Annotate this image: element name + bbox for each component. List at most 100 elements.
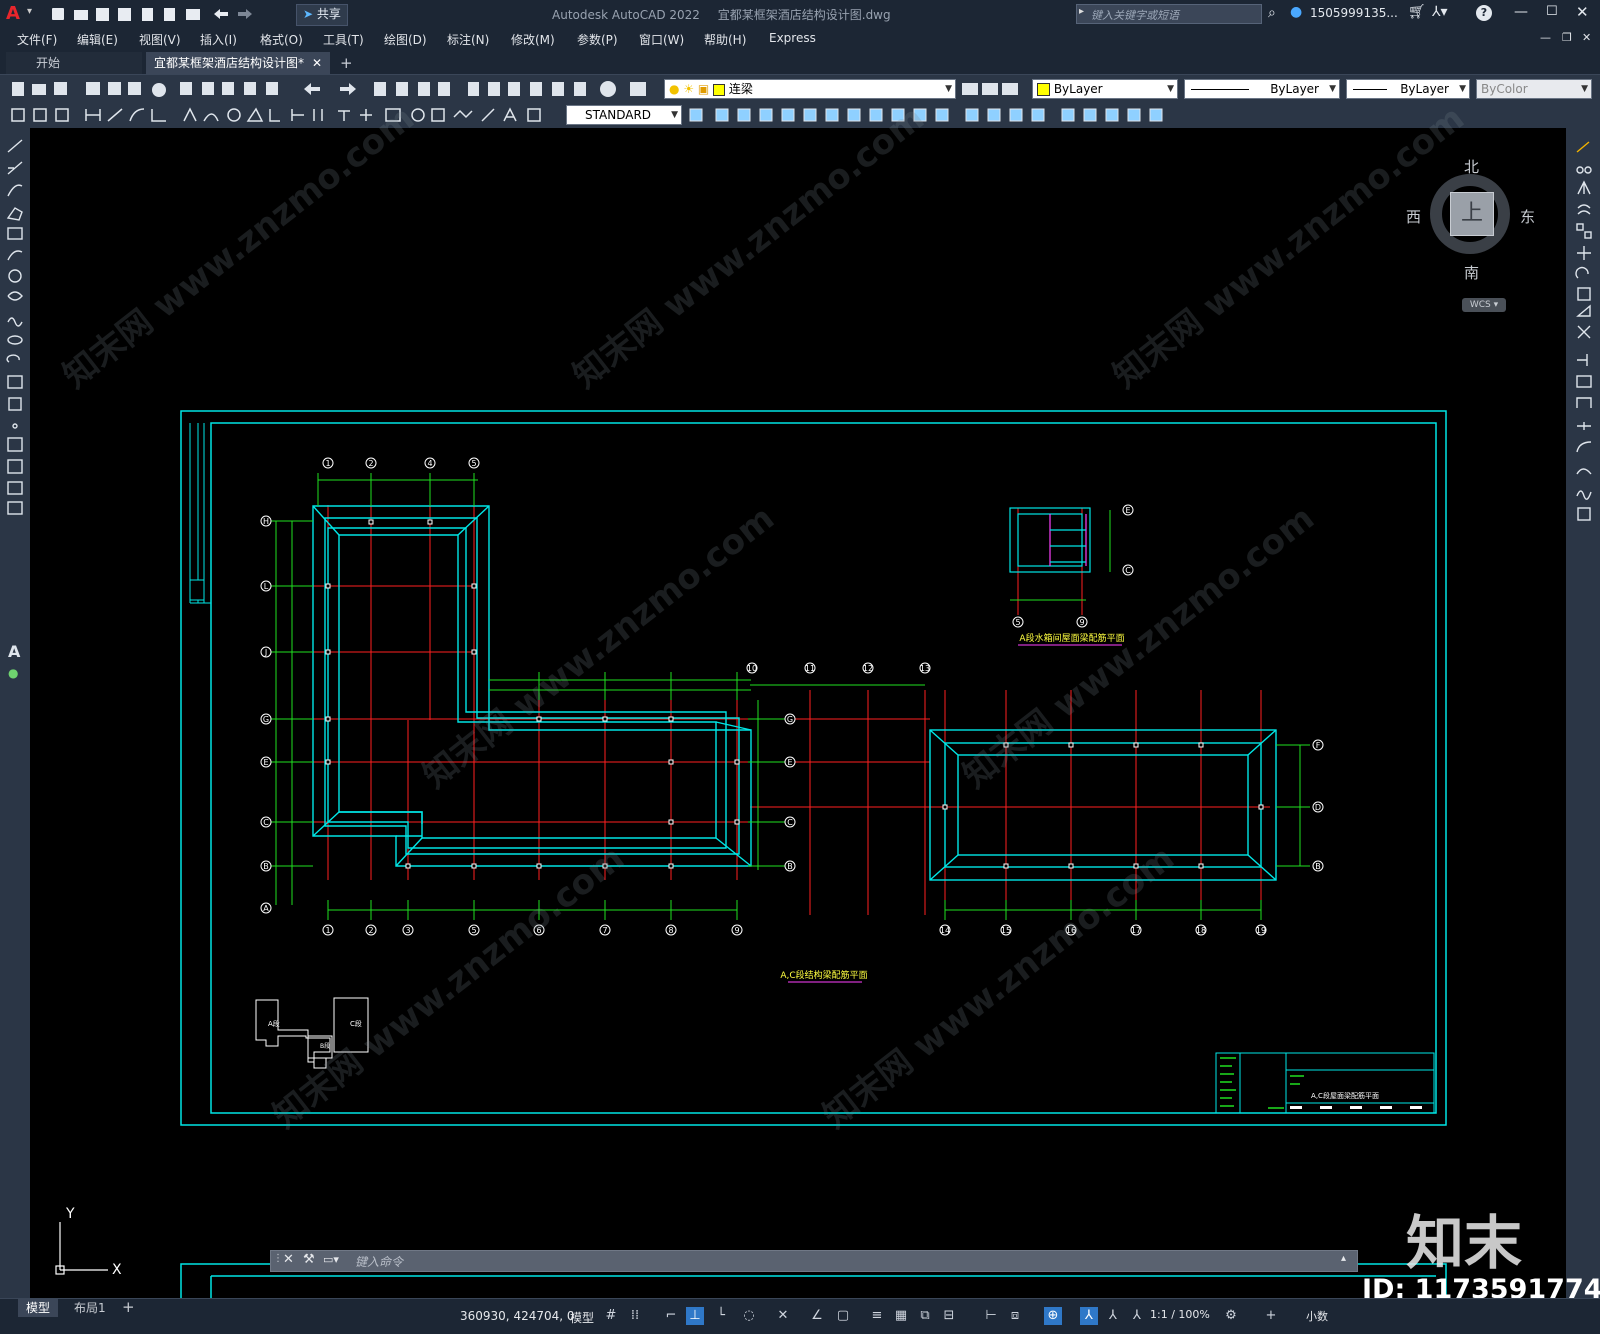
viewcube-west[interactable]: 西 bbox=[1406, 206, 1421, 227]
grid-icon[interactable]: # bbox=[602, 1307, 620, 1325]
search-input[interactable]: 键入关键字或短语 bbox=[1091, 7, 1179, 23]
multiline-text-icon[interactable]: A bbox=[8, 642, 20, 661]
linetype-combo[interactable]: ByLayer ▼ bbox=[1184, 79, 1340, 99]
user-account[interactable]: 1505999135... bbox=[1310, 6, 1398, 20]
command-line[interactable]: ⋮ ✕ ⚒ ▭▾ 键入命令 ▴ bbox=[270, 1250, 1358, 1272]
layer-tools-icons[interactable] bbox=[960, 79, 1020, 99]
menu-window[interactable]: 窗口(W) bbox=[639, 31, 684, 48]
menu-dimension[interactable]: 标注(N) bbox=[447, 31, 489, 48]
new-tab-button[interactable]: + bbox=[340, 52, 353, 74]
maximize-button[interactable]: ☐ bbox=[1546, 4, 1558, 19]
selection-cycling-icon[interactable]: ⧉ bbox=[916, 1307, 934, 1325]
tab-model[interactable]: 模型 bbox=[18, 1299, 59, 1317]
menu-view[interactable]: 视图(V) bbox=[139, 31, 181, 48]
model-viewport[interactable]: 1 2 4 5 1 2 3 5 6 7 8 9 10 11 12 13 14 15 16 17 18 19 H L J G E C B A… bbox=[30, 128, 1566, 1325]
object-snap-tracking-icon[interactable]: ∠ bbox=[808, 1307, 826, 1325]
tab-layout1[interactable]: 布局1 bbox=[68, 1299, 112, 1317]
tab-close-icon[interactable]: ✕ bbox=[312, 52, 322, 74]
wcs-menu-button[interactable]: WCS ▾ bbox=[1462, 298, 1506, 312]
color-combo[interactable]: ByLayer ▼ bbox=[1032, 79, 1178, 99]
command-grip-icon[interactable]: ⋮ bbox=[273, 1253, 283, 1264]
search-icon[interactable]: ⌕ bbox=[1268, 5, 1276, 21]
polar-tracking-icon[interactable]: ◌ bbox=[740, 1307, 758, 1325]
autocad-logo-icon[interactable]: A bbox=[6, 4, 26, 24]
close-button[interactable]: ✕ bbox=[1576, 3, 1589, 21]
doc-minimize-button[interactable]: — bbox=[1540, 31, 1551, 44]
help-icon[interactable]: ? bbox=[1476, 5, 1492, 21]
axis-right-16-label: 16 bbox=[1066, 926, 1076, 935]
menu-tools[interactable]: 工具(T) bbox=[323, 31, 364, 48]
annotation-scale-icon[interactable]: ⅄ bbox=[1128, 1307, 1146, 1325]
layer-combo[interactable]: ● ☀ ▣ 连梁 ▼ bbox=[664, 79, 956, 99]
annotation-scale-value[interactable]: 1:1 / 100% bbox=[1150, 1308, 1210, 1321]
viewcube-north[interactable]: 北 bbox=[1464, 156, 1479, 177]
command-recent-icon[interactable]: ▭▾ bbox=[323, 1253, 339, 1266]
share-button[interactable]: ➤ 共享 bbox=[296, 4, 348, 26]
gizmo-icon[interactable]: ⊕ bbox=[1044, 1307, 1062, 1325]
dimstyle-combo[interactable]: STANDARD ▼ bbox=[566, 105, 682, 125]
model-space-button[interactable]: 模型 bbox=[570, 1309, 594, 1326]
viewcube[interactable]: 上 北 南 西 东 WCS ▾ bbox=[1406, 156, 1535, 312]
selection-filter-icon[interactable]: ⧈ bbox=[1006, 1307, 1024, 1325]
quick-access-save-icon[interactable] bbox=[96, 5, 112, 21]
standard-toolbar-icons[interactable] bbox=[8, 79, 658, 99]
viewcube-top-face[interactable]: 上 bbox=[1450, 192, 1494, 236]
draw-tools-icons[interactable] bbox=[5, 136, 25, 566]
plotstyle-combo[interactable]: ByColor ▼ bbox=[1476, 79, 1592, 99]
cart-icon[interactable]: 🛒︎ bbox=[1408, 4, 1426, 20]
dynamic-input-icon[interactable]: ⊥ bbox=[686, 1307, 704, 1325]
dimension-toolbar-icons[interactable] bbox=[8, 105, 568, 125]
dynamic-ucs-icon[interactable]: ⊢ bbox=[982, 1307, 1000, 1325]
snap-mode-icon[interactable]: ⁞⁞ bbox=[626, 1307, 644, 1325]
viewcube-east[interactable]: 东 bbox=[1520, 206, 1535, 227]
menu-insert[interactable]: 插入(I) bbox=[200, 31, 237, 48]
autodesk-a360-icon[interactable]: ⅄▾ bbox=[1432, 4, 1448, 20]
modify-tools-icons[interactable] bbox=[1574, 138, 1594, 538]
doc-restore-button[interactable]: ❐ bbox=[1562, 31, 1572, 44]
tab-drawing[interactable]: 宜都某框架酒店结构设计图* ✕ bbox=[146, 52, 330, 74]
add-layout-button[interactable]: + bbox=[122, 1298, 135, 1316]
menu-edit[interactable]: 编辑(E) bbox=[77, 31, 118, 48]
app-menu-chevron-icon[interactable]: ▾ bbox=[27, 6, 32, 17]
menu-parametric[interactable]: 参数(P) bbox=[577, 31, 618, 48]
user-icon[interactable]: ● bbox=[1290, 4, 1302, 20]
axis-right-14-label: 14 bbox=[940, 926, 950, 935]
command-input[interactable]: 键入命令 bbox=[355, 1253, 403, 1270]
3d-object-snap-icon[interactable]: ⊟ bbox=[940, 1307, 958, 1325]
infer-constraints-icon[interactable]: ⌐ bbox=[662, 1307, 680, 1325]
axis-row-right-F-label: F bbox=[1316, 741, 1321, 750]
menu-modify[interactable]: 修改(M) bbox=[511, 31, 555, 48]
ortho-mode-icon[interactable]: └ bbox=[712, 1307, 730, 1325]
search-box[interactable]: ▸ 键入关键字或短语 bbox=[1076, 4, 1262, 24]
isometric-drafting-icon[interactable]: ✕ bbox=[774, 1307, 792, 1325]
object-snap-icon[interactable]: ▢ bbox=[834, 1307, 852, 1325]
small-plan-beams bbox=[1009, 507, 1091, 573]
menu-file[interactable]: 文件(F) bbox=[17, 31, 57, 48]
annotation-monitor-icon[interactable]: + bbox=[1262, 1307, 1280, 1325]
menu-express[interactable]: Express bbox=[769, 31, 816, 45]
command-scroll-icon[interactable]: ▴ bbox=[1341, 1253, 1346, 1264]
linetype-value: ByLayer bbox=[1270, 82, 1319, 96]
command-close-icon[interactable]: ✕ bbox=[283, 1252, 294, 1267]
add-selected-icon[interactable]: ● bbox=[8, 666, 18, 680]
annotation-visibility-icon[interactable]: ⅄ bbox=[1080, 1307, 1098, 1325]
lineweight-combo[interactable]: ByLayer ▼ bbox=[1346, 79, 1470, 99]
lineweight-icon[interactable]: ≡ bbox=[868, 1307, 886, 1325]
tab-start[interactable]: 开始 bbox=[6, 52, 142, 74]
minimize-button[interactable]: — bbox=[1514, 4, 1528, 20]
search-expand-icon[interactable]: ▸ bbox=[1079, 6, 1084, 17]
units-value[interactable]: 小数 bbox=[1306, 1308, 1328, 1324]
coordinates-readout[interactable]: 360930, 424704, 0 bbox=[460, 1309, 575, 1323]
workspace-gear-icon[interactable]: ⚙ bbox=[1222, 1307, 1240, 1325]
drawing-canvas[interactable]: 1 2 4 51 2 3 5 6 7 8 910 11 12 1314 15 16 17 18 19HLJGECBA… bbox=[30, 128, 1566, 1325]
menu-format[interactable]: 格式(O) bbox=[260, 31, 303, 48]
menu-help[interactable]: 帮助(H) bbox=[704, 31, 746, 48]
menu-draw[interactable]: 绘图(D) bbox=[384, 31, 427, 48]
viewcube-south[interactable]: 南 bbox=[1464, 262, 1479, 283]
transparency-icon[interactable]: ▦ bbox=[892, 1307, 910, 1325]
command-customize-icon[interactable]: ⚒ bbox=[303, 1252, 315, 1267]
modify-toolbar-icons[interactable] bbox=[686, 105, 1176, 125]
axis-row-left-H-label: H bbox=[263, 517, 269, 526]
auto-scale-icon[interactable]: ⅄ bbox=[1104, 1307, 1122, 1325]
doc-close-button[interactable]: ✕ bbox=[1582, 31, 1591, 44]
